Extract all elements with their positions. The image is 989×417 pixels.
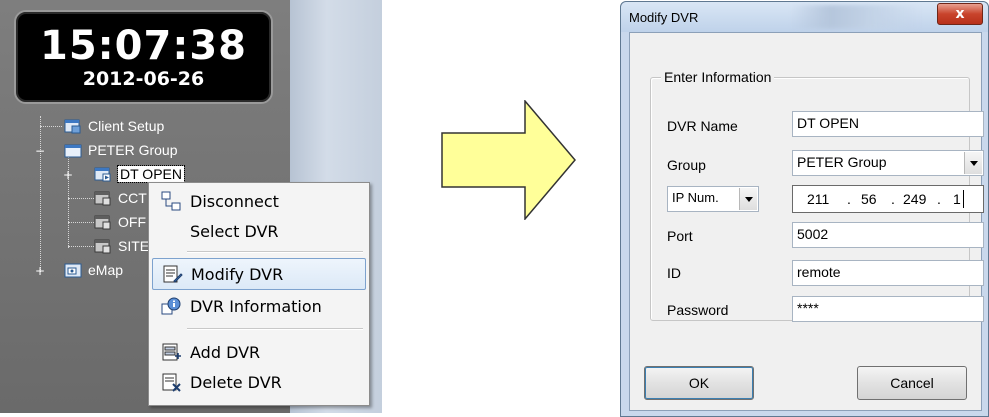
tree-item-label: OFF — [118, 214, 146, 230]
clock-time: 15:07:38 — [40, 23, 247, 69]
ok-button[interactable]: OK — [644, 366, 754, 400]
folder-icon — [64, 144, 82, 158]
ip-dot: . — [937, 191, 941, 207]
tree-item-label: SITE — [118, 238, 150, 254]
tree-item-label: DT OPEN — [117, 165, 185, 183]
menu-separator — [187, 251, 363, 253]
tree-connector — [68, 246, 96, 247]
ip-octet: 249 — [903, 191, 927, 207]
menu-item-modify-dvr[interactable]: Modify DVR — [152, 258, 366, 290]
password-label: Password — [667, 302, 729, 318]
dropdown-button[interactable] — [964, 152, 982, 174]
tree-connector — [68, 222, 96, 223]
titlebar-background — [791, 5, 921, 29]
dropdown-button[interactable] — [739, 188, 757, 210]
ip-dot: . — [847, 191, 851, 207]
context-menu: Disconnect Select DVR Modify DVR DVR Inf… — [148, 182, 370, 406]
ip-address-input[interactable]: 211 . 56 . 249 . 1 — [792, 185, 984, 213]
right-arrow-icon — [441, 100, 576, 220]
tree-item-dvr[interactable]: CCT — [94, 188, 147, 208]
menu-item-label: Disconnect — [190, 191, 279, 211]
password-input[interactable]: **** — [792, 296, 984, 322]
chevron-down-icon — [744, 196, 753, 202]
dialog-body: Enter Information DVR Name DT OPEN Group… — [629, 32, 984, 411]
dvr-icon — [94, 239, 111, 254]
chevron-down-icon — [969, 160, 978, 166]
cancel-button[interactable]: Cancel — [857, 366, 967, 400]
tree-item-emap[interactable]: eMap — [64, 260, 123, 280]
client-setup-icon — [64, 119, 81, 134]
dialog-title: Modify DVR — [629, 10, 699, 25]
group-select[interactable]: PETER Group — [792, 150, 984, 176]
group-select-value: PETER Group — [797, 154, 887, 170]
add-dvr-icon — [162, 343, 181, 361]
text-caret — [963, 190, 964, 208]
disconnect-icon — [161, 191, 181, 211]
dvr-name-input[interactable]: DT OPEN — [792, 111, 984, 137]
tree-item-dvr[interactable]: OFF — [94, 212, 146, 232]
id-input[interactable]: remote — [792, 260, 984, 286]
tree-item-client-setup[interactable]: Client Setup — [64, 116, 164, 136]
tree-item-dt-open[interactable]: DT OPEN — [94, 164, 185, 184]
tree-item-dvr[interactable]: SITE — [94, 236, 149, 256]
close-button[interactable]: x — [937, 3, 983, 25]
clock-date: 2012-06-26 — [82, 68, 205, 90]
id-label: ID — [667, 265, 681, 281]
expand-toggle[interactable]: + — [35, 265, 45, 277]
tree-item-label: CCT — [118, 190, 147, 206]
menu-item-dvr-information[interactable]: DVR Information — [152, 291, 364, 321]
dvr-name-label: DVR Name — [667, 118, 738, 134]
collapse-toggle[interactable]: − — [35, 145, 45, 157]
dvr-info-icon — [161, 297, 181, 315]
tree-connector — [40, 116, 41, 272]
dvr-icon — [94, 215, 111, 230]
menu-separator — [187, 328, 363, 330]
tree-item-label: eMap — [88, 262, 124, 278]
delete-dvr-icon — [162, 373, 181, 392]
dvr-icon — [94, 167, 111, 182]
client-left-panel: 15:07:38 2012-06-26 − + + Client Setup P… — [0, 0, 382, 413]
tree-item-label: Client Setup — [88, 118, 165, 134]
group-label: Group — [667, 157, 706, 173]
menu-item-delete-dvr[interactable]: Delete DVR — [152, 367, 364, 397]
menu-item-label: Modify DVR — [191, 264, 284, 284]
port-input[interactable]: 5002 — [792, 222, 984, 248]
ip-octet: 56 — [861, 191, 877, 207]
menu-item-add-dvr[interactable]: Add DVR — [152, 337, 364, 367]
menu-item-label: Add DVR — [190, 342, 261, 362]
ip-type-select[interactable]: IP Num. — [667, 186, 759, 212]
menu-item-label: Delete DVR — [190, 372, 282, 392]
menu-item-disconnect[interactable]: Disconnect — [152, 186, 364, 216]
modify-dvr-dialog: Modify DVR x Enter Information DVR Name … — [620, 1, 989, 417]
port-label: Port — [667, 228, 693, 244]
menu-item-label: Select DVR — [190, 221, 279, 241]
clock-display: 15:07:38 2012-06-26 — [14, 10, 273, 104]
ip-octet: 211 — [807, 191, 830, 207]
menu-item-select-dvr[interactable]: Select DVR — [152, 216, 364, 246]
ip-octet: 1 — [953, 191, 961, 207]
ip-type-value: IP Num. — [672, 190, 719, 205]
dvr-icon — [94, 191, 111, 206]
tree-connector — [68, 198, 96, 199]
tree-item-label: PETER Group — [88, 142, 178, 158]
tree-connector — [40, 126, 62, 127]
emap-icon — [64, 263, 82, 278]
expand-toggle[interactable]: + — [63, 169, 73, 181]
enter-information-group: Enter Information DVR Name DT OPEN Group… — [650, 69, 984, 322]
ip-dot: . — [891, 191, 895, 207]
menu-item-label: DVR Information — [190, 296, 322, 316]
tree-item-peter-group[interactable]: PETER Group — [64, 140, 177, 160]
group-title: Enter Information — [661, 69, 775, 85]
modify-dvr-icon — [163, 265, 183, 283]
dialog-titlebar[interactable]: Modify DVR x — [621, 2, 988, 32]
